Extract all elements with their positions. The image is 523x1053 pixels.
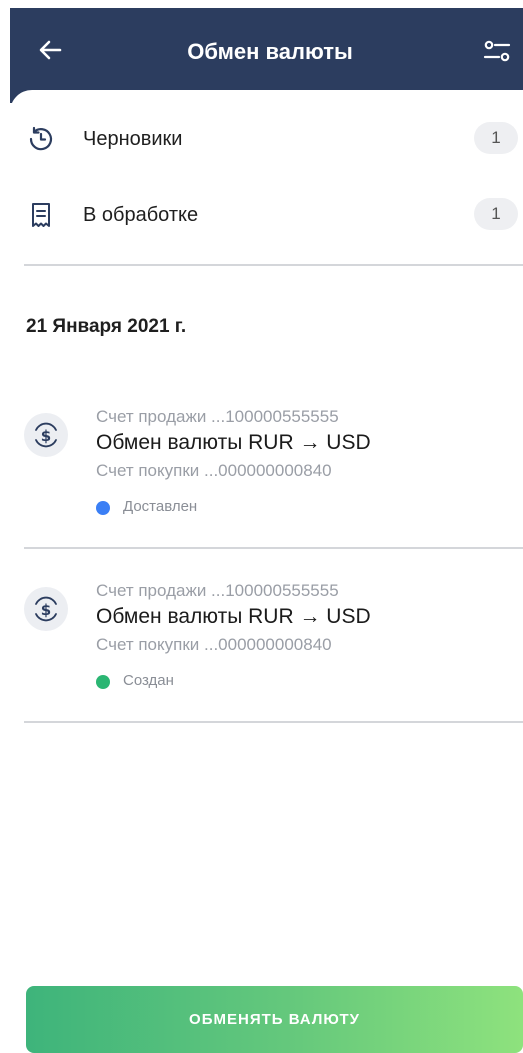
buy-account: Счет покупки ...000000000840 xyxy=(96,635,332,654)
exchange-currency-button[interactable]: ОБМЕНЯТЬ ВАЛЮТУ xyxy=(26,986,523,1053)
svg-text:$: $ xyxy=(41,427,51,445)
section-divider xyxy=(24,264,523,266)
exchange-screen: Обмен валюты Черновики 1 В обработке 1 2… xyxy=(10,8,523,1053)
clock-icon xyxy=(26,124,56,154)
operation-item[interactable]: $ Счет продажи ...100000555555 Обмен вал… xyxy=(10,407,523,557)
svg-text:$: $ xyxy=(41,601,51,619)
status-label: Создан xyxy=(123,672,174,689)
drafts-count-badge: 1 xyxy=(474,122,518,154)
sell-account: Счет продажи ...100000555555 xyxy=(96,407,339,426)
operation-title: Обмен валюты RUR → USD xyxy=(96,605,371,628)
currency-exchange-icon: $ xyxy=(24,587,68,631)
drafts-row[interactable]: Черновики 1 xyxy=(10,112,523,166)
arrow-left-icon xyxy=(39,40,62,60)
back-button[interactable] xyxy=(34,34,66,66)
drafts-label: Черновики xyxy=(83,128,183,150)
page-title: Обмен валюты xyxy=(187,39,353,64)
status-dot xyxy=(96,675,110,689)
app-header: Обмен валюты xyxy=(10,8,523,103)
buy-account: Счет покупки ...000000000840 xyxy=(96,461,332,480)
item-divider xyxy=(24,721,523,723)
processing-row[interactable]: В обработке 1 xyxy=(10,188,523,242)
sliders-icon xyxy=(483,40,511,62)
receipt-icon xyxy=(26,200,56,230)
processing-label: В обработке xyxy=(83,204,199,226)
operation-item[interactable]: $ Счет продажи ...100000555555 Обмен вал… xyxy=(10,581,523,731)
status-dot xyxy=(96,501,110,515)
status-label: Доставлен xyxy=(123,498,198,515)
sell-account: Счет продажи ...100000555555 xyxy=(96,581,339,600)
currency-exchange-icon: $ xyxy=(24,413,68,457)
date-header: 21 Января 2021 г. xyxy=(26,316,187,337)
item-divider xyxy=(24,547,523,549)
operation-title: Обмен валюты RUR → USD xyxy=(96,431,371,454)
processing-count-badge: 1 xyxy=(474,198,518,230)
filter-button[interactable] xyxy=(480,34,514,68)
